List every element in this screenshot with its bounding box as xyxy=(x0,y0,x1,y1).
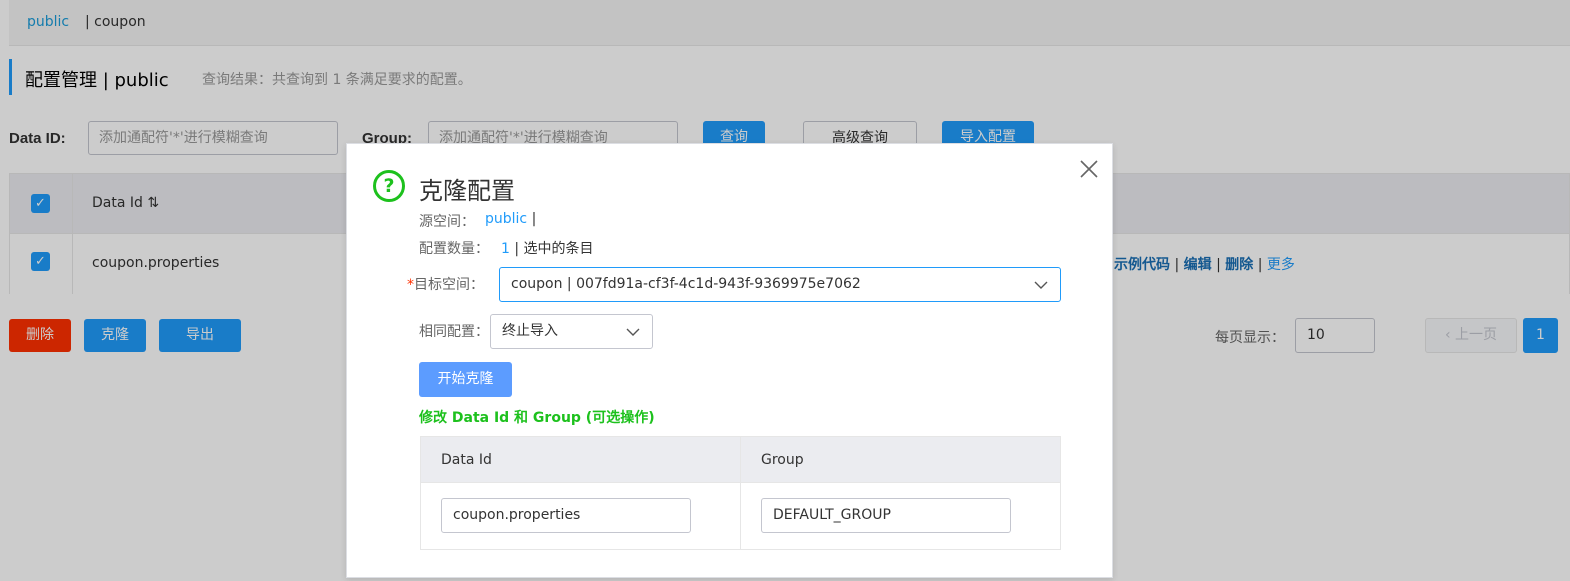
chevron-down-icon xyxy=(626,328,640,336)
config-count-suffix: | 选中的条目 xyxy=(514,241,594,257)
config-count-label: 配置数量： xyxy=(419,241,489,257)
question-icon: ? xyxy=(373,170,405,202)
chevron-down-icon xyxy=(1034,281,1048,289)
target-namespace-select[interactable]: coupon | 007fd91a-cf3f-4c1d-943f-9369975… xyxy=(499,267,1061,302)
close-icon[interactable] xyxy=(1077,157,1101,181)
source-namespace-value: public | xyxy=(485,211,536,227)
col-dataid-header: Data Id xyxy=(441,452,492,468)
dataid-edit-input[interactable]: coupon.properties xyxy=(441,498,691,533)
target-namespace-label: *目标空间： xyxy=(407,274,484,294)
config-count-value: 1 | 选中的条目 xyxy=(501,238,594,258)
source-namespace-label: 源空间： xyxy=(419,214,475,230)
group-edit-input[interactable]: DEFAULT_GROUP xyxy=(761,498,1011,533)
target-namespace-label-text: 目标空间： xyxy=(414,277,484,293)
dialog-title: 克隆配置 xyxy=(419,177,515,205)
start-clone-button[interactable]: 开始克隆 xyxy=(419,362,512,397)
required-mark: * xyxy=(407,277,414,293)
col-group-header: Group xyxy=(761,452,804,468)
same-config-value: 终止导入 xyxy=(502,323,558,339)
same-config-label: 相同配置： xyxy=(419,324,489,340)
rename-table-divider xyxy=(740,437,741,549)
config-count-number: 1 xyxy=(501,241,510,257)
modify-hint: 修改 Data Id 和 Group (可选操作) xyxy=(419,410,655,426)
source-namespace-name: public xyxy=(485,211,528,227)
source-namespace-separator: | xyxy=(531,211,537,227)
same-config-select[interactable]: 终止导入 xyxy=(490,314,653,349)
target-namespace-value: coupon | 007fd91a-cf3f-4c1d-943f-9369975… xyxy=(511,276,861,292)
clone-config-dialog: ? 克隆配置 源空间： public | 配置数量： 1 | 选中的条目 *目标… xyxy=(346,143,1113,578)
rename-table: Data Id Group coupon.properties DEFAULT_… xyxy=(420,436,1061,550)
